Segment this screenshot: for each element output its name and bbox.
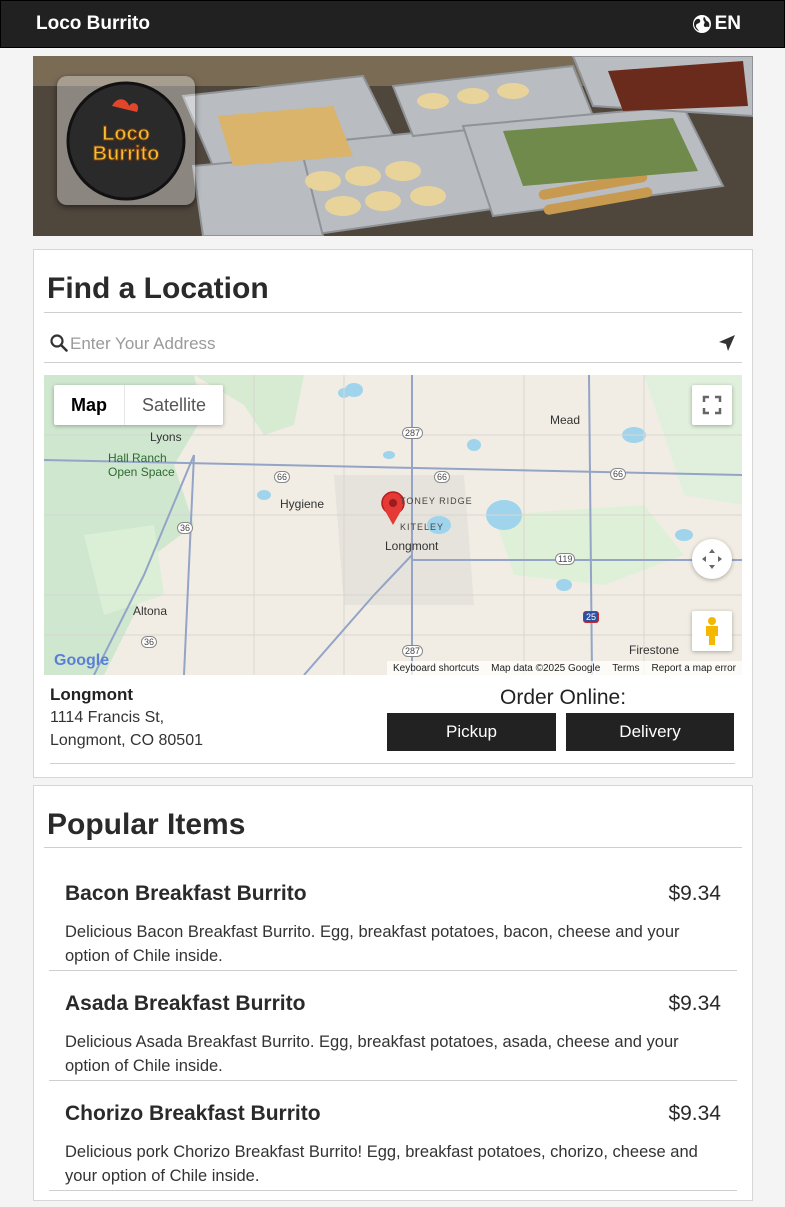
menu-item-name: Chorizo Breakfast Burrito	[65, 1102, 321, 1125]
menu-item[interactable]: Chorizo Breakfast Burrito $9.34 Deliciou…	[49, 1080, 737, 1191]
menu-item-name: Bacon Breakfast Burrito	[65, 882, 307, 905]
menu-item-description: Delicious Bacon Breakfast Burrito. Egg, …	[65, 923, 680, 965]
delivery-button[interactable]: Delivery	[566, 713, 734, 751]
brand-name[interactable]: Loco Burrito	[36, 13, 150, 35]
google-logo: Google	[54, 652, 110, 669]
map-label-hall-ranch: Hall Ranch Open Space	[108, 451, 175, 479]
menu-item-price: $9.34	[668, 882, 721, 905]
route-shield-66-center: 66	[434, 471, 451, 483]
fullscreen-icon	[702, 395, 722, 415]
route-shield-287-south: 287	[402, 645, 424, 657]
divider	[44, 847, 742, 848]
terms-link[interactable]: Terms	[612, 663, 639, 674]
map-fullscreen-button[interactable]	[692, 385, 732, 425]
address-search-bar	[44, 325, 742, 363]
pickup-button[interactable]: Pickup	[387, 713, 556, 751]
menu-item-description: Delicious Asada Breakfast Burrito. Egg, …	[65, 1033, 679, 1075]
route-shield-i25: 25	[583, 611, 600, 623]
map-data-text: Map data ©2025 Google	[491, 662, 601, 674]
location-name: Longmont	[50, 685, 134, 704]
menu-item-name: Asada Breakfast Burrito	[65, 992, 306, 1015]
map-label-mead: Mead	[550, 413, 581, 427]
camera-move-icon	[702, 549, 722, 569]
map-label-longmont: Longmont	[385, 539, 439, 553]
language-selector[interactable]: EN	[692, 13, 741, 35]
report-map-error-link[interactable]: Report a map error	[652, 663, 736, 674]
map-label-firestone: Firestone	[629, 643, 680, 657]
route-shield-36-south: 36	[141, 636, 158, 648]
locate-me-icon[interactable]	[718, 334, 736, 352]
map-label-hygiene: Hygiene	[280, 497, 325, 511]
popular-items-section: Popular Items Bacon Breakfast Burrito $9…	[33, 785, 753, 1201]
divider	[44, 312, 742, 313]
route-shield-66-west: 66	[274, 471, 291, 483]
pegman-icon	[706, 617, 718, 645]
map-camera-control-button[interactable]	[692, 539, 732, 579]
map-label-kiteley: KITELEY	[400, 522, 445, 532]
divider	[50, 763, 735, 764]
find-location-section: Find a Location Enter Your Address Map S…	[33, 249, 753, 778]
search-icon	[50, 334, 68, 352]
brand-logo-card: Loco Burrito	[57, 76, 195, 205]
location-map[interactable]: Map Satellite Mead Lyons Hall Ranch Open…	[44, 375, 742, 675]
route-shield-36-north: 36	[177, 522, 194, 534]
popular-items-title: Popular Items	[47, 808, 246, 841]
route-shield-287-north: 287	[402, 427, 424, 439]
map-type-satellite-tab[interactable]: Satellite	[125, 385, 223, 425]
map-label-lyons: Lyons	[150, 430, 182, 444]
map-label-altona: Altona	[133, 604, 168, 618]
logo-text-loco: Loco	[102, 123, 150, 145]
map-attribution-bar: Keyboard shortcuts Map data ©2025 Google…	[386, 661, 742, 675]
map-type-map-tab[interactable]: Map	[54, 385, 125, 425]
top-navbar: Loco Burrito EN	[0, 0, 785, 48]
menu-item-price: $9.34	[668, 1102, 721, 1125]
menu-item-description: Delicious pork Chorizo Breakfast Burrito…	[65, 1143, 698, 1185]
logo-text-burrito: Burrito	[93, 143, 160, 165]
location-address-line1: 1114 Francis St,	[50, 709, 165, 726]
loco-burrito-logo: Loco Burrito	[66, 81, 186, 201]
location-marker-dot	[389, 499, 397, 507]
street-view-pegman-button[interactable]	[692, 611, 732, 651]
map-label-toney-ridge: TONEY RIDGE	[400, 496, 473, 506]
address-search-input[interactable]	[68, 331, 692, 357]
location-address-line2: Longmont, CO 80501	[50, 732, 203, 749]
route-shield-119: 119	[555, 553, 576, 565]
order-online-label: Order Online:	[500, 686, 627, 709]
menu-item-price: $9.34	[668, 992, 721, 1015]
keyboard-shortcuts-link[interactable]: Keyboard shortcuts	[393, 663, 479, 674]
menu-item[interactable]: Asada Breakfast Burrito $9.34 Delicious …	[49, 970, 737, 1081]
language-code: EN	[714, 13, 741, 34]
map-type-control: Map Satellite	[54, 385, 224, 425]
route-shield-66-east: 66	[610, 468, 627, 480]
find-location-title: Find a Location	[47, 272, 269, 305]
globe-icon	[692, 15, 711, 33]
menu-item[interactable]: Bacon Breakfast Burrito $9.34 Delicious …	[49, 860, 737, 971]
